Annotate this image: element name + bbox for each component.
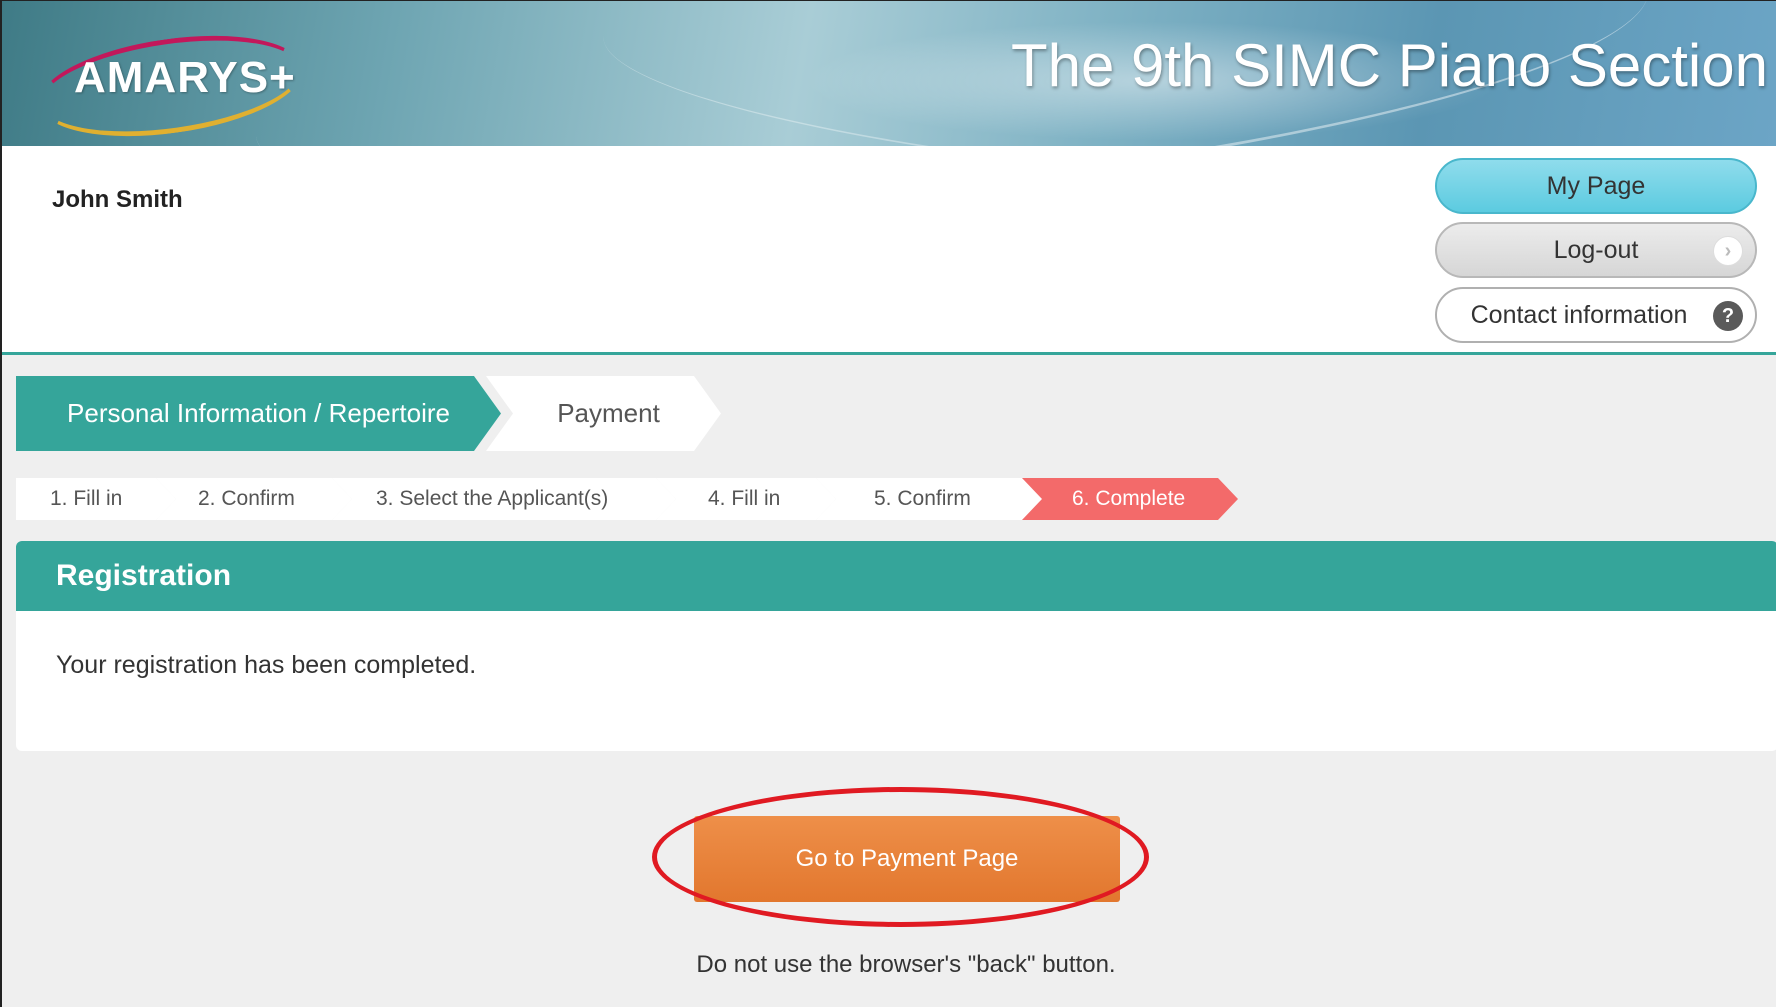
chevron-right-icon: › xyxy=(1713,236,1743,266)
contact-label: Contact information xyxy=(1470,301,1688,329)
phase-tab-label: Personal Information / Repertoire xyxy=(67,398,450,428)
user-header: John Smith My Page Log-out › Contact inf… xyxy=(2,146,1776,355)
step-label: 6. Complete xyxy=(1072,487,1186,510)
back-button-warning: Do not use the browser's "back" button. xyxy=(696,951,1116,978)
step-label: 2. Confirm xyxy=(198,487,295,510)
step-3: 3. Select the Applicant(s) xyxy=(332,478,676,520)
phase-tab-payment: Payment xyxy=(486,376,721,451)
app-frame: AMARYS+ The 9th SIMC Piano Section John … xyxy=(0,0,1776,1007)
card-title: Registration xyxy=(56,559,232,592)
contact-information-button[interactable]: Contact information ? xyxy=(1435,287,1757,343)
my-page-label: My Page xyxy=(1546,172,1646,200)
step-6-active: 6. Complete xyxy=(1022,478,1238,520)
banner-title: The 9th SIMC Piano Section xyxy=(1010,32,1768,99)
payment-button-label: Go to Payment Page xyxy=(795,845,1019,872)
logout-label: Log-out xyxy=(1553,236,1639,264)
go-to-payment-button[interactable]: Go to Payment Page xyxy=(694,816,1120,902)
question-icon: ? xyxy=(1713,301,1743,331)
step-2: 2. Confirm xyxy=(156,478,352,520)
step-label: 4. Fill in xyxy=(708,487,781,510)
step-label: 5. Confirm xyxy=(874,487,971,510)
step-4: 4. Fill in xyxy=(656,478,836,520)
step-label: 1. Fill in xyxy=(50,487,123,510)
phase-tab-personal-information: Personal Information / Repertoire xyxy=(16,376,501,451)
phase-tab-label: Payment xyxy=(557,398,660,428)
step-1: 1. Fill in xyxy=(16,478,176,520)
step-label: 3. Select the Applicant(s) xyxy=(376,487,609,510)
completion-message: Your registration has been completed. xyxy=(56,651,477,679)
card-header: Registration xyxy=(16,541,1776,611)
registration-card: Registration Your registration has been … xyxy=(16,541,1776,751)
user-name: John Smith xyxy=(52,186,183,213)
site-logo[interactable]: AMARYS+ xyxy=(74,53,296,103)
step-5: 5. Confirm xyxy=(816,478,1042,520)
logout-button[interactable]: Log-out › xyxy=(1435,222,1757,278)
my-page-button[interactable]: My Page xyxy=(1435,158,1757,214)
site-banner: AMARYS+ The 9th SIMC Piano Section xyxy=(2,1,1776,146)
